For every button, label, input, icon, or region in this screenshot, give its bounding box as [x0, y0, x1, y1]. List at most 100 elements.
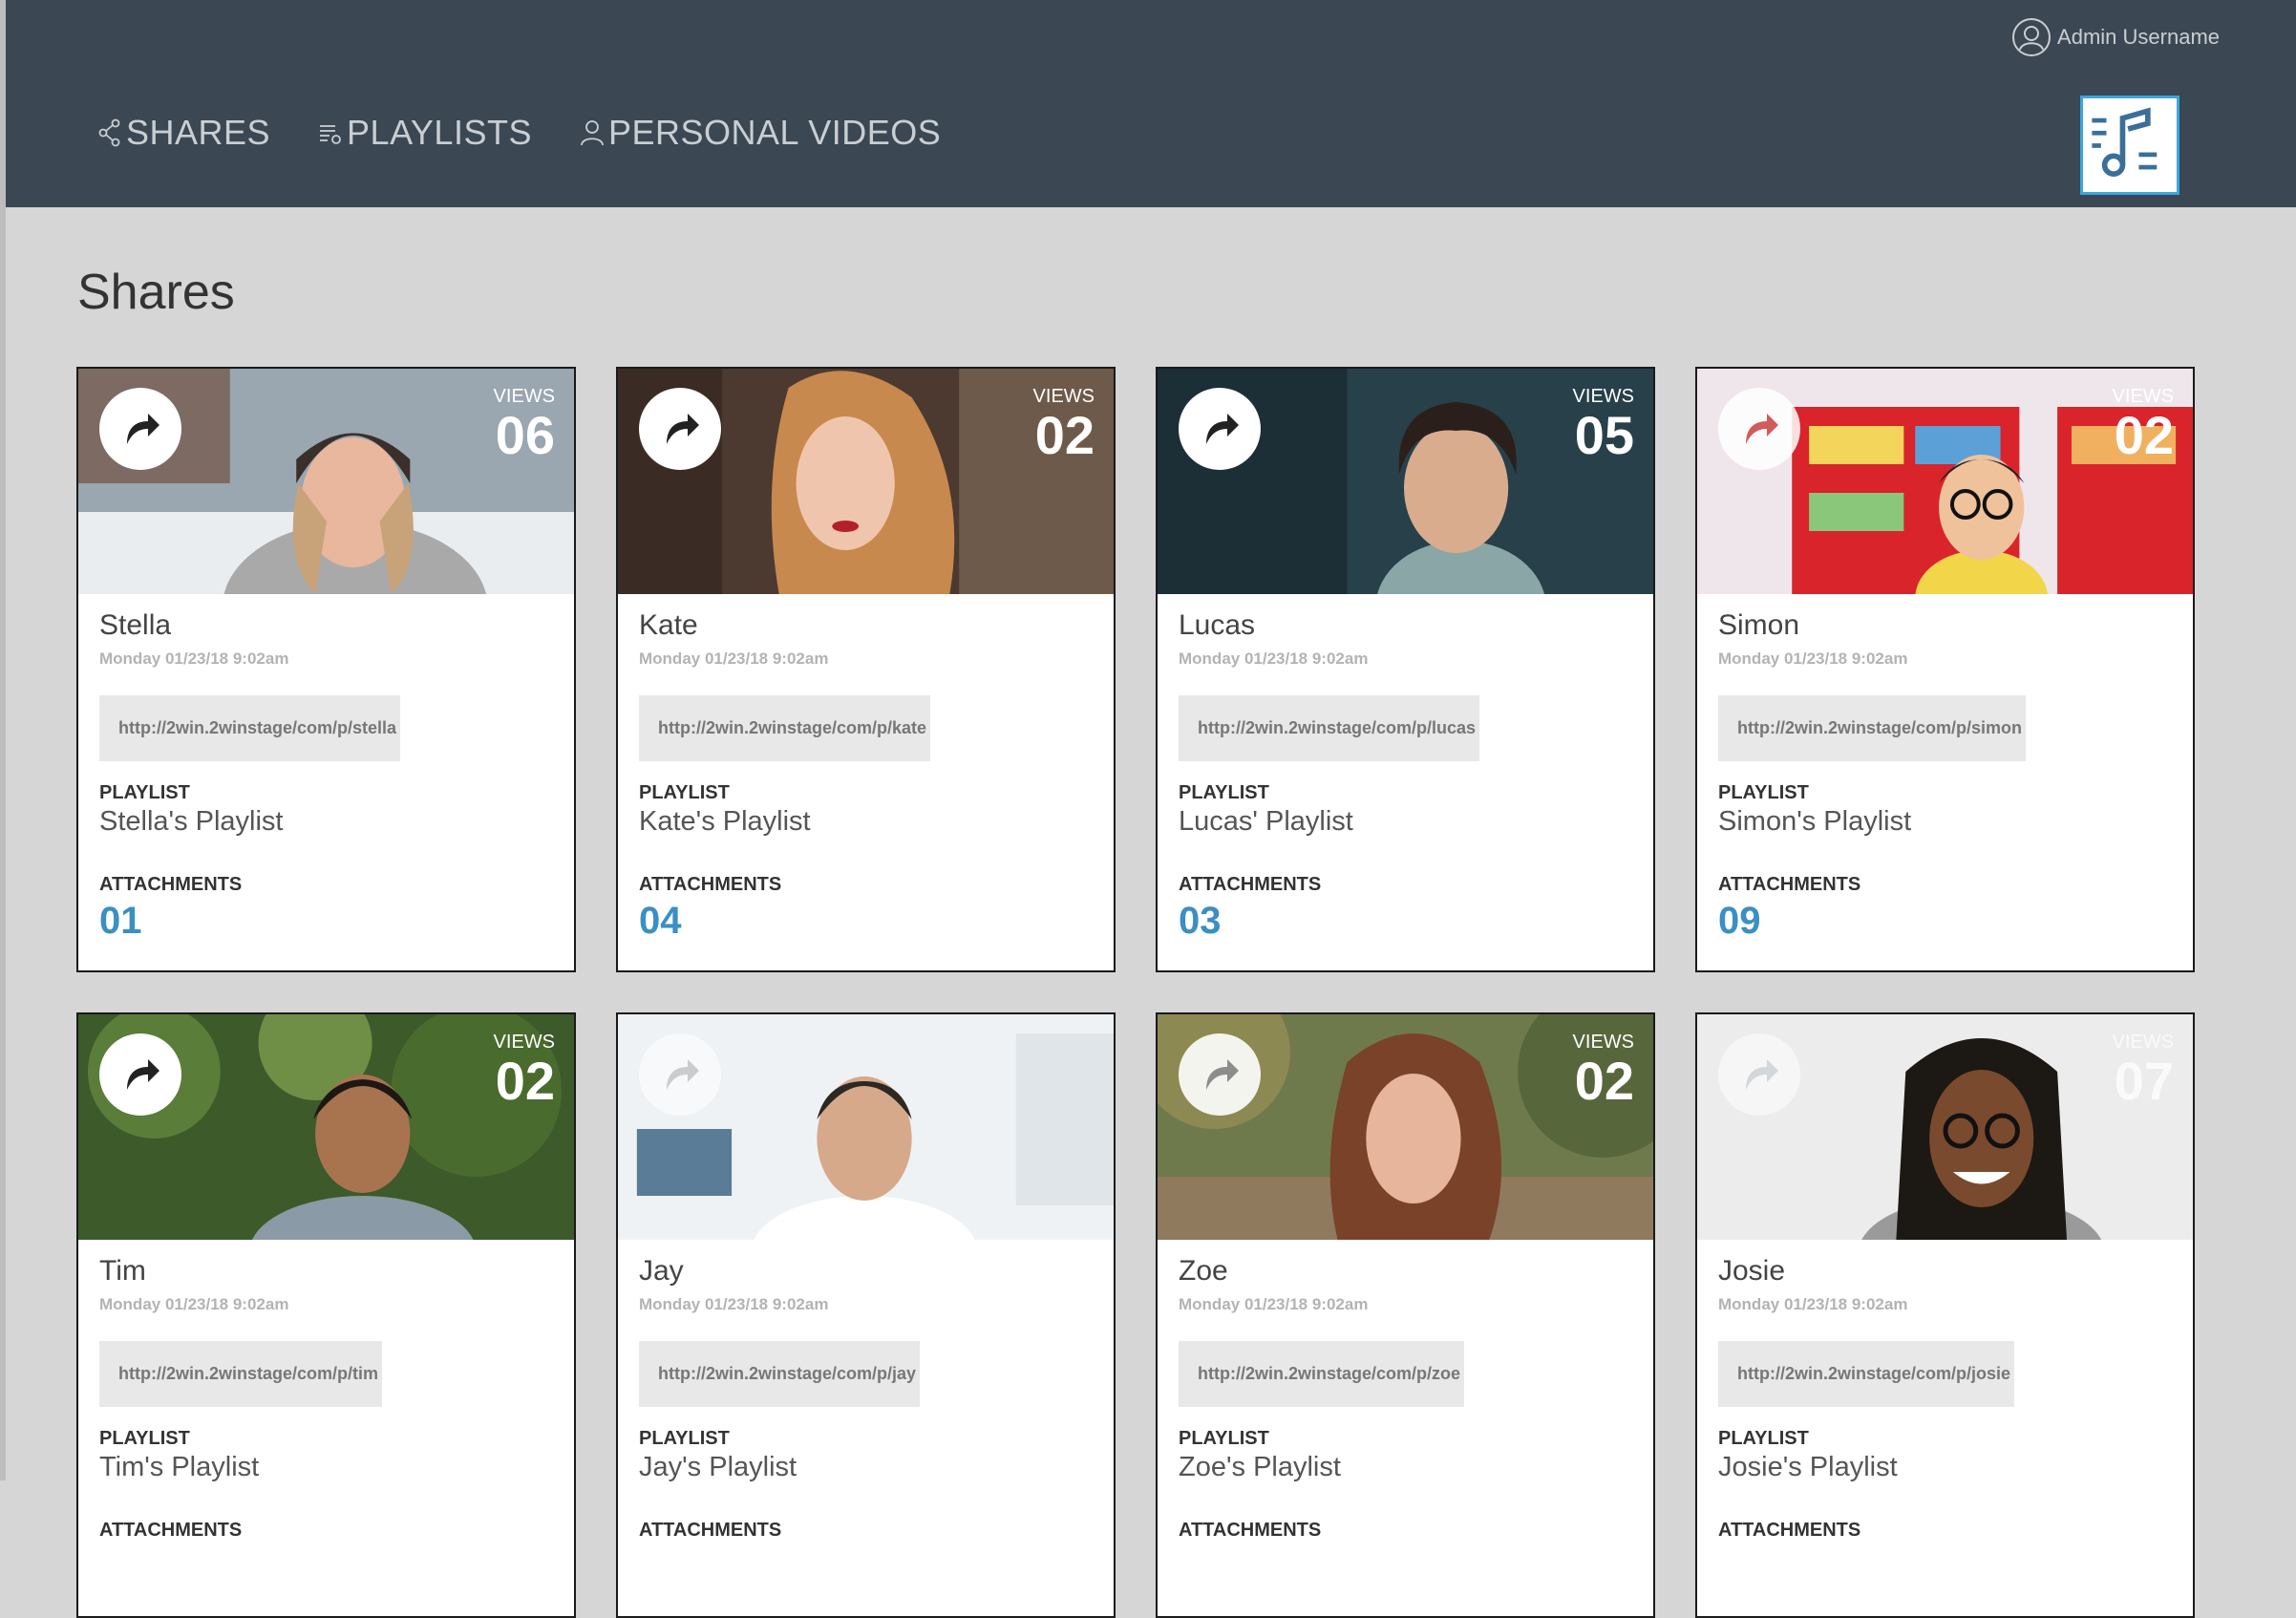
attachments-count: 03 — [1179, 900, 1222, 942]
share-link[interactable]: http://2win.2winstage/com/p/tim — [99, 1341, 383, 1407]
page-title: Shares — [77, 265, 235, 320]
contact-name: Tim — [99, 1255, 146, 1287]
playlist-icon — [320, 125, 341, 144]
card-body: Tim Monday 01/23/18 9:02am http://2win.2… — [99, 1255, 555, 1545]
share-link[interactable]: http://2win.2winstage/com/p/kate — [639, 695, 931, 761]
playlist-name[interactable]: Tim's Playlist — [99, 1452, 555, 1483]
card-body: Josie Monday 01/23/18 9:02am http://2win… — [1718, 1255, 2174, 1545]
views-count: 02 — [2114, 405, 2174, 465]
playlist-name[interactable]: Josie's Playlist — [1718, 1452, 2174, 1483]
card-body: Lucas Monday 01/23/18 9:02am http://2win… — [1179, 609, 1634, 943]
share-nodes-icon — [98, 118, 120, 147]
playlist-label: PLAYLIST — [99, 1428, 190, 1449]
card-body: Kate Monday 01/23/18 9:02am http://2win.… — [639, 609, 1095, 943]
contact-name: Kate — [639, 609, 698, 641]
nav-shares-label: SHARES — [126, 113, 271, 152]
share-link[interactable]: http://2win.2winstage/com/p/jay — [639, 1341, 921, 1407]
user-icon — [2012, 18, 2052, 56]
share-link[interactable]: http://2win.2winstage/com/p/simon — [1718, 695, 2027, 761]
share-arrow-icon — [1746, 414, 1778, 444]
views-counter: VIEWS 07 — [2113, 1032, 2174, 1110]
attachments-label: ATTACHMENTS — [99, 1520, 243, 1541]
views-count: 05 — [1574, 405, 1634, 465]
share-date: Monday 01/23/18 9:02am — [1179, 649, 1369, 668]
share-link[interactable]: http://2win.2winstage/com/p/josie — [1718, 1341, 2015, 1407]
playlist-name[interactable]: Kate's Playlist — [639, 806, 1095, 838]
window-edge — [0, 0, 6, 1480]
share-card[interactable]: VIEWS 02 Zoe Monday 01/23/18 9:02am http… — [1156, 1012, 1655, 1618]
share-card[interactable]: Jay Monday 01/23/18 9:02am http://2win.2… — [616, 1012, 1116, 1618]
share-card[interactable]: VIEWS 07 Josie Monday 01/23/18 9:02am ht… — [1695, 1012, 2195, 1618]
contact-name: Simon — [1718, 609, 1800, 641]
share-arrow-icon — [667, 414, 699, 444]
attachments-count: 04 — [639, 900, 682, 942]
card-body: Stella Monday 01/23/18 9:02am http://2wi… — [99, 609, 555, 943]
playlist-name[interactable]: Lucas' Playlist — [1179, 806, 1634, 838]
attachments-count: 09 — [1718, 900, 1761, 942]
main-nav: SHARES PLAYLISTS PERSONAL VIDEOS — [97, 113, 941, 153]
share-link[interactable]: http://2win.2winstage/com/p/lucas — [1179, 695, 1480, 761]
share-button[interactable] — [1718, 1033, 1800, 1116]
share-link[interactable]: http://2win.2winstage/com/p/zoe — [1179, 1341, 1465, 1407]
views-count: 02 — [495, 1051, 555, 1111]
playlist-name[interactable]: Stella's Playlist — [99, 806, 555, 838]
playlist-label: PLAYLIST — [639, 782, 730, 803]
attachments-label: ATTACHMENTS — [1179, 1520, 1322, 1541]
share-button[interactable] — [1179, 388, 1261, 470]
attachments-label: ATTACHMENTS — [1718, 874, 1861, 895]
share-card[interactable]: VIEWS 02 Tim Monday 01/23/18 9:02am http… — [76, 1012, 576, 1618]
nav-shares[interactable]: SHARES — [97, 113, 270, 153]
share-button[interactable] — [99, 1033, 181, 1116]
attachments-label: ATTACHMENTS — [1718, 1520, 1861, 1541]
share-date: Monday 01/23/18 9:02am — [1718, 1295, 1908, 1313]
views-counter: VIEWS 05 — [1573, 386, 1634, 464]
views-counter: VIEWS 02 — [494, 1032, 555, 1110]
contact-name: Stella — [99, 609, 172, 641]
nav-personal-videos[interactable]: PERSONAL VIDEOS — [580, 113, 941, 153]
contact-name: Zoe — [1179, 1255, 1228, 1287]
user-menu[interactable]: Admin Username — [2011, 17, 2220, 57]
playlist-label: PLAYLIST — [639, 1428, 730, 1449]
attachments-label: ATTACHMENTS — [99, 874, 243, 895]
views-count: 07 — [2114, 1051, 2174, 1111]
share-date: Monday 01/23/18 9:02am — [1179, 1295, 1369, 1313]
share-button[interactable] — [99, 388, 181, 470]
share-card[interactable]: VIEWS 02 Kate Monday 01/23/18 9:02am htt… — [616, 367, 1116, 972]
share-card[interactable]: VIEWS 05 Lucas Monday 01/23/18 9:02am ht… — [1156, 367, 1655, 972]
views-counter: VIEWS 02 — [2113, 386, 2174, 464]
nav-playlists[interactable]: PLAYLISTS — [318, 113, 532, 153]
playlist-label: PLAYLIST — [99, 782, 190, 803]
share-date: Monday 01/23/18 9:02am — [99, 1295, 289, 1313]
attachments-label: ATTACHMENTS — [639, 1520, 782, 1541]
share-button[interactable] — [1718, 388, 1800, 470]
share-card[interactable]: VIEWS 06 Stella Monday 01/23/18 9:02am h… — [76, 367, 576, 972]
playlist-name[interactable]: Simon's Playlist — [1718, 806, 2174, 838]
share-button[interactable] — [639, 1033, 721, 1116]
share-button[interactable] — [639, 388, 721, 470]
share-arrow-icon — [1206, 1059, 1239, 1090]
playlist-name[interactable]: Zoe's Playlist — [1179, 1452, 1634, 1483]
nav-playlists-label: PLAYLISTS — [347, 113, 532, 152]
attachments-label: ATTACHMENTS — [639, 874, 782, 895]
attachments-label: ATTACHMENTS — [1179, 874, 1322, 895]
share-arrow-icon — [1746, 1059, 1778, 1090]
share-arrow-icon — [127, 1059, 159, 1090]
share-date: Monday 01/23/18 9:02am — [639, 1295, 829, 1313]
views-count: 06 — [495, 405, 555, 465]
share-button[interactable] — [1179, 1033, 1261, 1116]
share-date: Monday 01/23/18 9:02am — [99, 649, 289, 668]
music-playlist-logo[interactable] — [2080, 96, 2179, 195]
share-card[interactable]: VIEWS 02 Simon Monday 01/23/18 9:02am ht… — [1695, 367, 2195, 972]
contact-name: Jay — [639, 1255, 684, 1287]
share-date: Monday 01/23/18 9:02am — [1718, 649, 1908, 668]
share-date: Monday 01/23/18 9:02am — [639, 649, 829, 668]
top-navigation-bar: SHARES PLAYLISTS PERSONAL VIDEOS Admin U… — [6, 0, 2296, 207]
playlist-name[interactable]: Jay's Playlist — [639, 1452, 1095, 1483]
share-arrow-icon — [667, 1059, 699, 1090]
user-name: Admin Username — [2057, 25, 2220, 49]
nav-personal-videos-label: PERSONAL VIDEOS — [607, 113, 942, 152]
views-counter: VIEWS 02 — [1033, 386, 1095, 464]
music-note-icon — [2092, 107, 2158, 177]
share-link[interactable]: http://2win.2winstage/com/p/stella — [99, 695, 401, 761]
playlist-label: PLAYLIST — [1179, 1428, 1269, 1449]
